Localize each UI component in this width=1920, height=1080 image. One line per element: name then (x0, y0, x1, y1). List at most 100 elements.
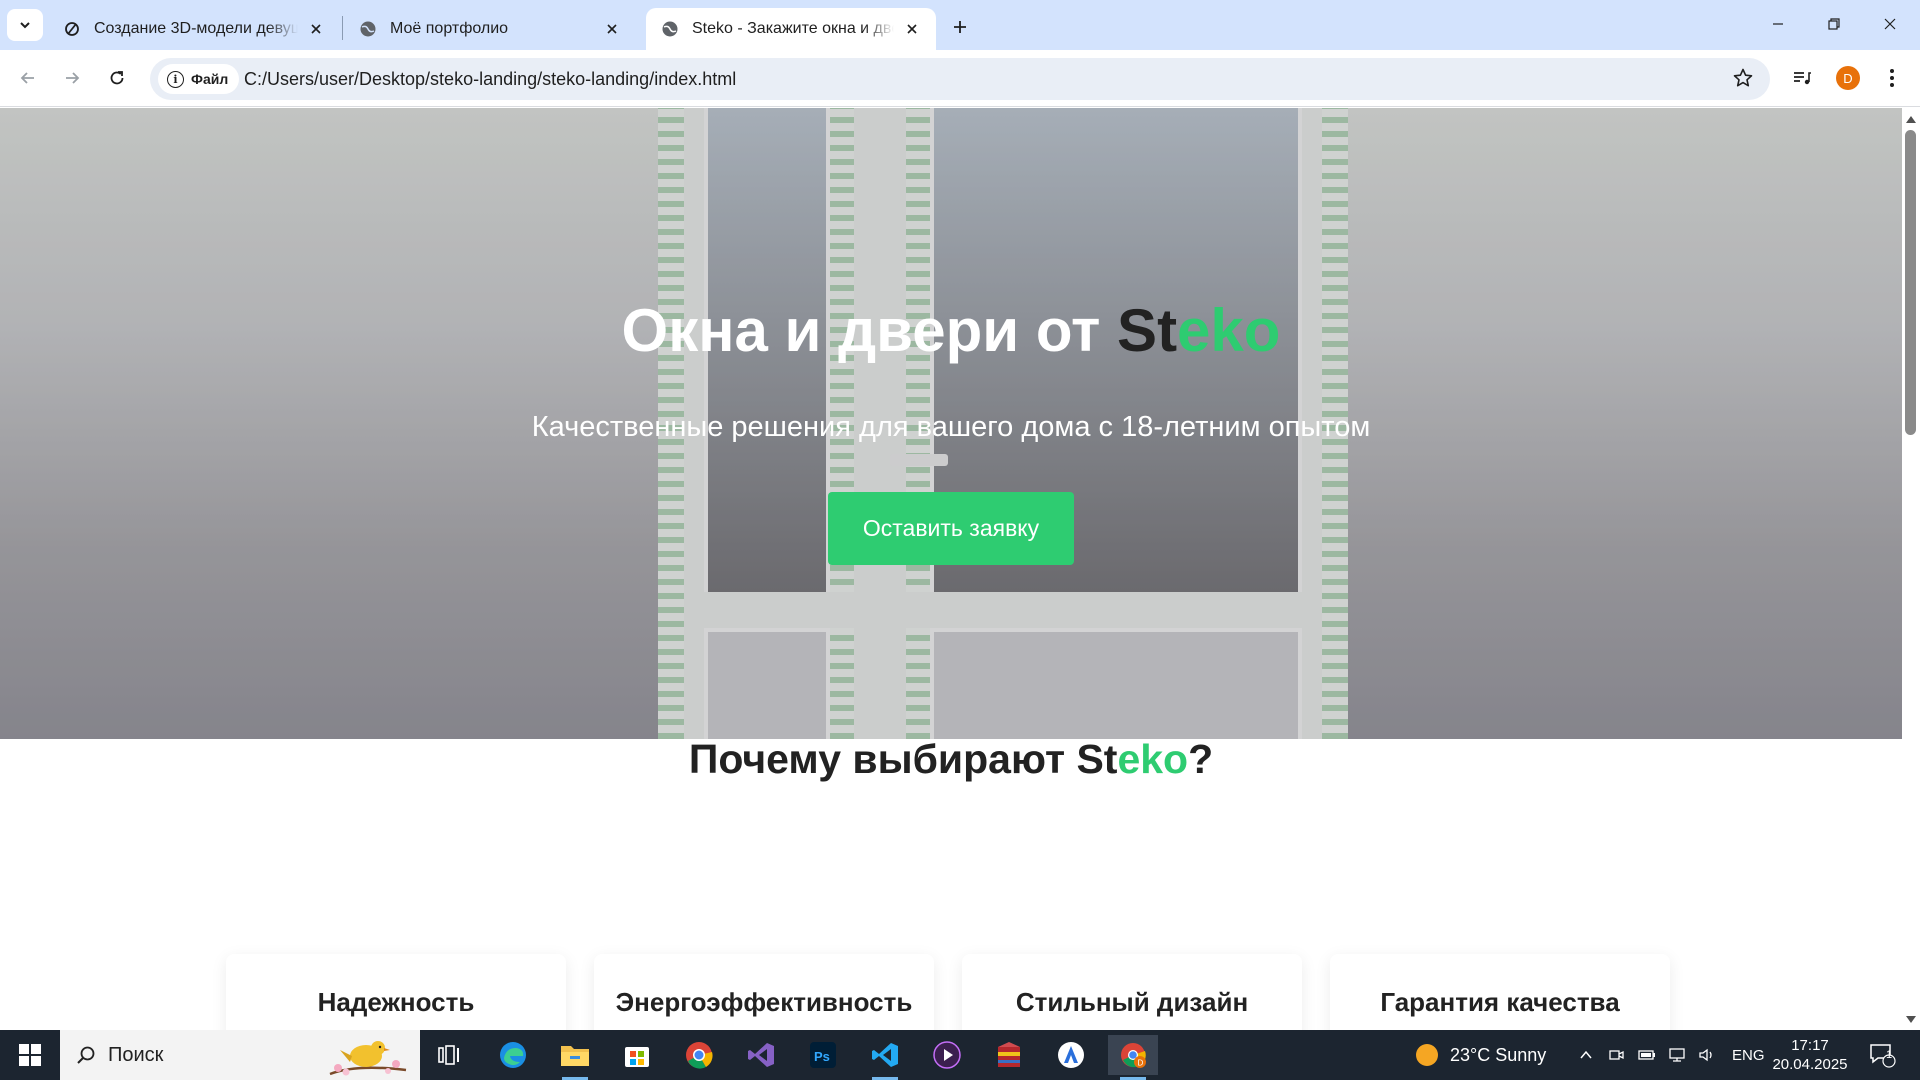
reload-button[interactable] (101, 62, 133, 94)
feature-card-title: Энергоэффективность (615, 987, 913, 1017)
info-icon: i (167, 70, 184, 88)
meet-now-icon[interactable] (1608, 1047, 1624, 1063)
close-icon[interactable] (602, 19, 622, 39)
sync-icon (62, 19, 82, 39)
restore-icon (1828, 18, 1840, 30)
notification-center-button[interactable]: 1 (1868, 1030, 1896, 1080)
globe-icon (660, 19, 680, 39)
browser-toolbar: i Файл C:/Users/user/Desktop/steko-landi… (0, 50, 1920, 107)
plus-icon (954, 21, 966, 33)
new-tab-button[interactable] (945, 12, 975, 42)
back-button[interactable] (12, 62, 44, 94)
feature-card-title: Стильный дизайн (1015, 987, 1249, 1017)
file-explorer-icon (561, 1046, 589, 1066)
start-button[interactable] (0, 1030, 60, 1080)
visual-studio-icon (748, 1043, 774, 1067)
site-info-chip[interactable]: i Файл (158, 64, 240, 94)
winrar-button[interactable] (984, 1035, 1034, 1075)
file-explorer-button[interactable] (550, 1035, 600, 1080)
chevron-up-icon[interactable] (1578, 1047, 1594, 1063)
system-tray: ENG (1578, 1030, 1765, 1080)
profile-button[interactable]: D (1832, 62, 1864, 94)
restore-button[interactable] (1806, 0, 1862, 48)
visual-studio-button[interactable] (736, 1035, 786, 1075)
photoshop-button[interactable]: Ps (798, 1035, 848, 1075)
media-control-button[interactable] (1786, 62, 1818, 94)
close-icon[interactable] (306, 19, 326, 39)
winrar-icon (998, 1042, 1020, 1067)
sun-icon (1416, 1044, 1438, 1066)
scroll-up-arrow[interactable] (1904, 112, 1918, 126)
windows-logo-icon (19, 1044, 41, 1066)
clock-time: 17:17 (1791, 1037, 1829, 1054)
hero-subtitle: Качественные решения для вашего дома с 1… (531, 411, 1371, 443)
feature-card-quality: Гарантия качества (1330, 954, 1670, 1030)
globe-icon (358, 19, 378, 39)
close-icon (1884, 18, 1896, 30)
search-label: Поиск (108, 1043, 164, 1066)
why-title-suffix: ? (1188, 736, 1214, 782)
network-icon[interactable] (1668, 1047, 1686, 1063)
close-icon[interactable] (902, 19, 922, 39)
app-button[interactable] (1046, 1035, 1096, 1075)
battery-icon[interactable] (1638, 1049, 1656, 1061)
feature-card-energy: Энергоэффективность (594, 954, 934, 1030)
request-button[interactable]: Оставить заявку (828, 492, 1074, 565)
reload-icon (110, 71, 124, 85)
bookmark-star-icon[interactable] (1732, 67, 1754, 94)
url-text[interactable]: C:/Users/user/Desktop/steko-landing/stek… (244, 69, 736, 90)
avatar: D (1836, 66, 1860, 90)
tab-title: Создание 3D-модели девушки (94, 20, 298, 37)
volume-icon[interactable] (1698, 1047, 1716, 1063)
tab-search-button[interactable] (7, 9, 43, 41)
menu-button[interactable] (1876, 62, 1908, 94)
triangle-up-icon (1906, 116, 1916, 123)
vscode-icon (872, 1043, 898, 1067)
taskbar-search[interactable]: Поиск (60, 1030, 420, 1080)
arrow-right-icon (66, 72, 80, 84)
chevron-down-icon (20, 22, 30, 29)
arrow-left-icon (20, 72, 34, 84)
tab-steko-active[interactable]: Steko - Закажите окна и двери (646, 8, 936, 50)
feature-card-title: Надежность (317, 987, 475, 1017)
brand-eko: eko (1177, 297, 1281, 364)
tab-separator (342, 16, 343, 40)
brand-st: St (1117, 297, 1178, 364)
tab-strip: Создание 3D-модели девушки Моё портфолио… (0, 0, 1920, 50)
tab-portfolio[interactable]: Моё портфолио (344, 8, 636, 50)
clock-date: 20.04.2025 (1772, 1056, 1848, 1073)
task-view-button[interactable] (424, 1035, 474, 1075)
playlist-icon (1794, 72, 1811, 85)
bird-illustration-icon (329, 1041, 407, 1076)
forward-button[interactable] (56, 62, 88, 94)
chrome-icon (686, 1042, 713, 1069)
minimize-icon (1773, 23, 1783, 25)
app-icon (1058, 1042, 1084, 1068)
tab-title: Моё портфолио (390, 20, 509, 37)
feature-card-title: Гарантия качества (1380, 987, 1620, 1017)
address-bar[interactable]: i Файл C:/Users/user/Desktop/steko-landi… (150, 58, 1770, 100)
media-player-button[interactable] (922, 1035, 972, 1075)
clock[interactable]: 17:17 20.04.2025 (1760, 1036, 1860, 1074)
minimize-button[interactable] (1750, 0, 1806, 48)
edge-icon (500, 1042, 526, 1068)
brand-st: St (1076, 736, 1118, 782)
scroll-down-arrow[interactable] (1904, 1013, 1918, 1027)
scrollbar-thumb[interactable] (1905, 130, 1916, 435)
store-icon (625, 1047, 649, 1067)
edge-button[interactable] (488, 1035, 538, 1075)
chrome-profile-button[interactable]: D (1108, 1035, 1158, 1080)
store-button[interactable] (612, 1035, 662, 1075)
tab-3d-model[interactable]: Создание 3D-модели девушки (48, 8, 340, 50)
search-icon (77, 1046, 95, 1064)
hero-title-text: Окна и двери от (621, 297, 1118, 364)
weather-widget[interactable]: 23°C Sunny (1414, 1030, 1546, 1080)
close-window-button[interactable] (1862, 0, 1918, 48)
svg-text:Ps: Ps (814, 1049, 830, 1064)
hero-title: Окна и двери от Steko (0, 296, 1902, 365)
vscode-button[interactable] (860, 1035, 910, 1080)
chrome-button[interactable] (674, 1035, 724, 1075)
page-viewport: Окна и двери от Steko Качественные решен… (0, 108, 1902, 1030)
brand-eko: eko (1117, 736, 1189, 782)
weather-text: 23°C Sunny (1450, 1044, 1547, 1065)
